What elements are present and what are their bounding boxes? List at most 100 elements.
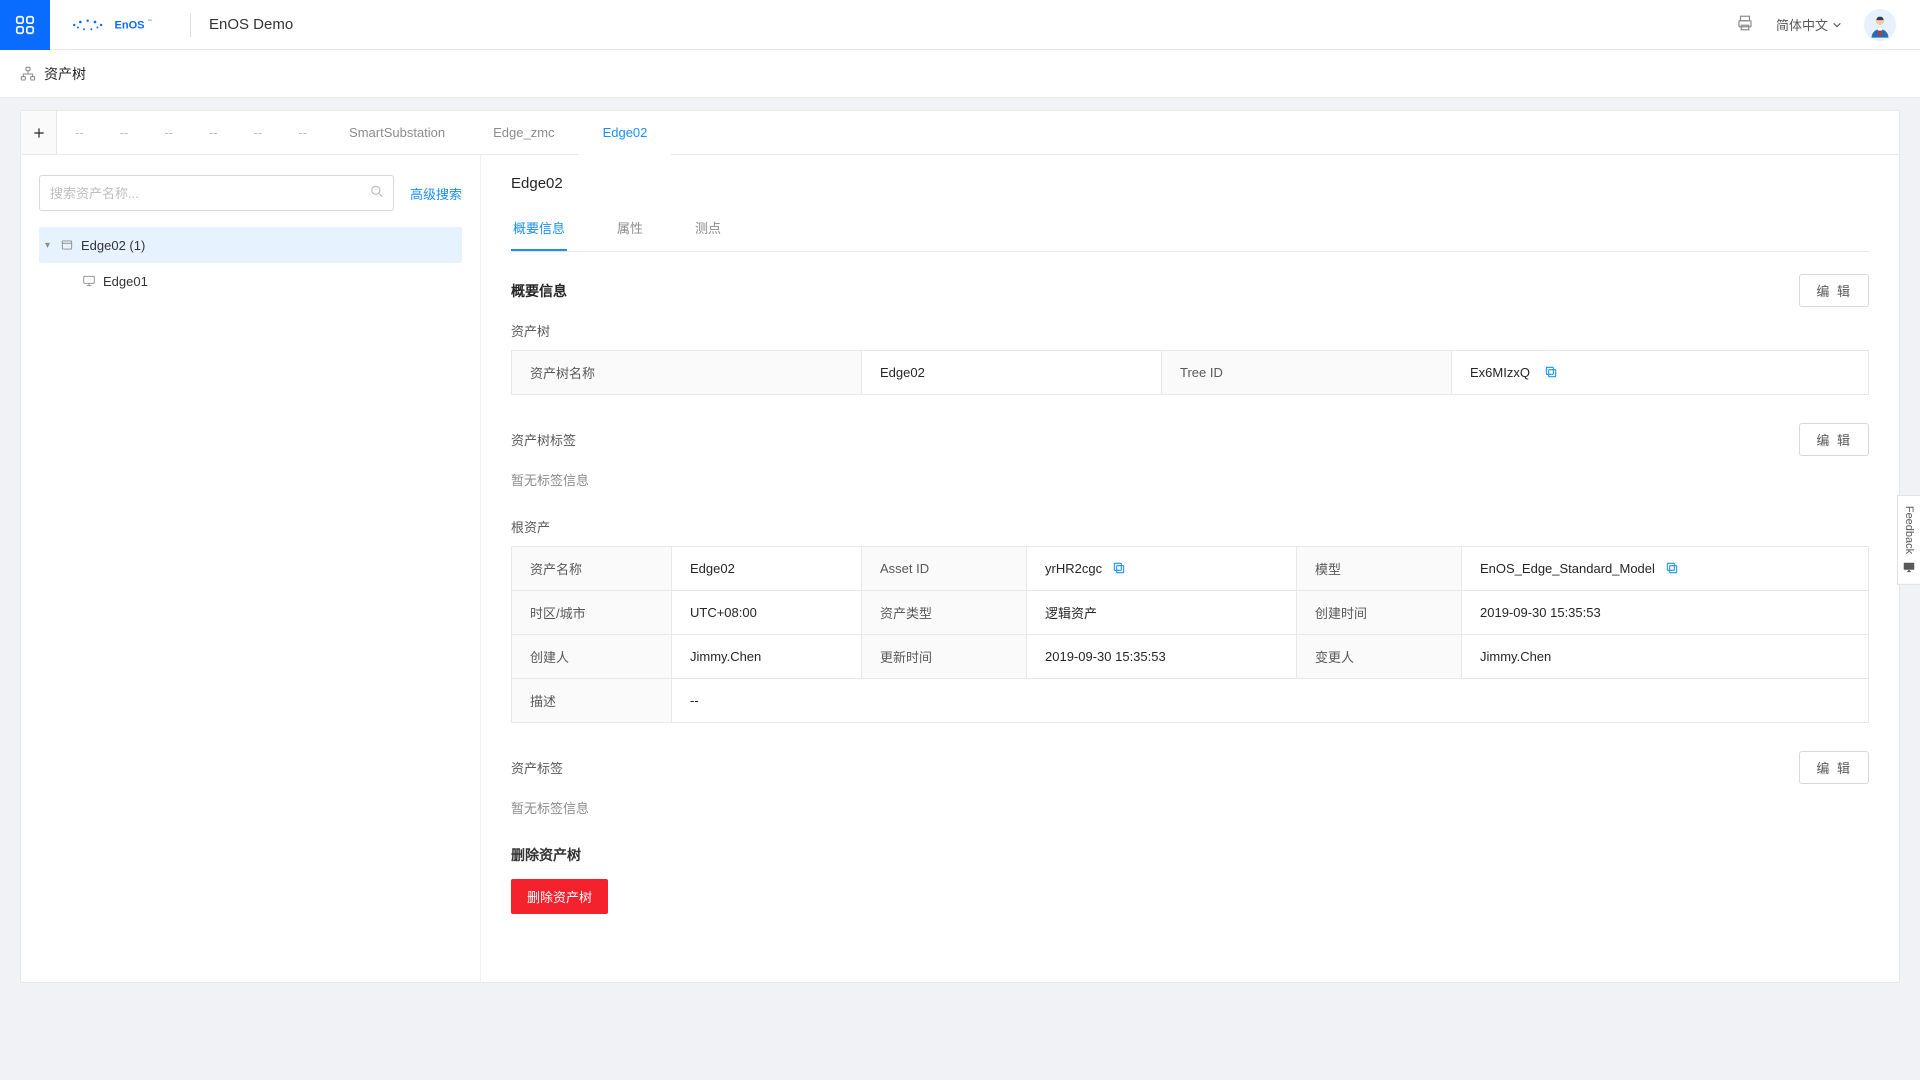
copy-icon[interactable] (1112, 561, 1126, 575)
root-asset-section: 根资产 资产名称Edge02Asset IDyrHR2cgc模型EnOS_Edg… (511, 517, 1869, 723)
asset-tags-section: 资产标签 编 辑 暂无标签信息 (511, 751, 1869, 817)
detail-tab[interactable]: 测点 (693, 210, 723, 251)
tree-node[interactable]: ▾ Edge02 (1) (39, 227, 462, 263)
tree-tags-empty: 暂无标签信息 (511, 470, 1869, 489)
delete-heading: 删除资产树 (511, 845, 1869, 865)
tree-tab-placeholder[interactable]: -- (146, 111, 191, 154)
plus-icon (32, 126, 46, 140)
kv-key: 变更人 (1297, 635, 1462, 679)
copy-icon[interactable] (1665, 561, 1679, 575)
kv-value: UTC+08:00 (672, 591, 862, 635)
tree-tags-section: 资产树标签 编 辑 暂无标签信息 (511, 423, 1869, 489)
search-icon (370, 185, 384, 202)
kv-value: 2019-09-30 15:35:53 (1462, 591, 1869, 635)
tree-tab[interactable]: Edge_zmc (469, 111, 578, 154)
advanced-search-link[interactable]: 高级搜索 (410, 184, 462, 203)
divider (190, 13, 191, 37)
feedback-icon (1902, 560, 1916, 574)
asset-tree-table: 资产树名称 Edge02 Tree ID Ex6MIzxQ (511, 350, 1869, 395)
print-icon[interactable] (1736, 14, 1754, 35)
kv-value: Jimmy.Chen (1462, 635, 1869, 679)
main-panel: ------------SmartSubstationEdge_zmcEdge0… (20, 110, 1900, 983)
tree-id-cell: Ex6MIzxQ (1452, 351, 1869, 395)
overview-heading: 概要信息 (511, 281, 567, 301)
kv-value: -- (672, 679, 1869, 723)
tree-id-value: Ex6MIzxQ (1470, 365, 1530, 380)
breadcrumb-bar: 资产树 (0, 50, 1920, 98)
overview-section: 概要信息 编 辑 资产树 资产树名称 Edge02 Tree ID Ex6MIz… (511, 274, 1869, 395)
feedback-label: Feedback (1903, 506, 1915, 554)
kv-value: Jimmy.Chen (672, 635, 862, 679)
header-title: EnOS Demo (209, 16, 293, 33)
app-launcher-button[interactable] (0, 0, 50, 50)
tree-node-label: Edge01 (103, 274, 148, 289)
tree-tab-placeholder[interactable]: -- (191, 111, 236, 154)
kv-value: 2019-09-30 15:35:53 (1027, 635, 1297, 679)
kv-key: Asset ID (862, 547, 1027, 591)
tree-tab-placeholder[interactable]: -- (102, 111, 147, 154)
language-label: 简体中文 (1776, 15, 1828, 34)
asset-tags-empty: 暂无标签信息 (511, 798, 1869, 817)
tree-icon (20, 66, 36, 82)
feedback-tab[interactable]: Feedback (1897, 495, 1920, 585)
kv-key: 创建人 (512, 635, 672, 679)
caret-down-icon: ▾ (45, 240, 59, 251)
grid-icon (14, 14, 36, 36)
kv-key: 模型 (1297, 547, 1462, 591)
add-tree-tab-button[interactable] (21, 111, 57, 154)
tree-node[interactable]: Edge01 (39, 263, 462, 299)
device-icon (81, 273, 97, 289)
kv-key: 描述 (512, 679, 672, 723)
copy-icon[interactable] (1544, 365, 1558, 379)
tree-id-key: Tree ID (1162, 351, 1452, 395)
tree-name-key: 资产树名称 (512, 351, 862, 395)
user-avatar[interactable] (1864, 9, 1896, 41)
brand-logo: EnOS ™ (62, 11, 172, 39)
tree-name-value: Edge02 (862, 351, 1162, 395)
asset-tags-heading: 资产标签 (511, 758, 563, 777)
asset-tags-edit-button[interactable]: 编 辑 (1799, 751, 1869, 784)
delete-section: 删除资产树 删除资产树 (511, 845, 1869, 914)
kv-key: 时区/城市 (512, 591, 672, 635)
tree-tabs-strip: ------------SmartSubstationEdge_zmcEdge0… (21, 111, 1899, 155)
work-area: ------------SmartSubstationEdge_zmcEdge0… (0, 98, 1920, 995)
svg-text:™: ™ (148, 18, 152, 23)
tree-tags-heading: 资产树标签 (511, 430, 576, 449)
page-title: Edge02 (511, 175, 1869, 192)
tree-tags-edit-button[interactable]: 编 辑 (1799, 423, 1869, 456)
enos-logo-icon: EnOS ™ (62, 11, 172, 39)
kv-key: 更新时间 (862, 635, 1027, 679)
search-input[interactable] (39, 175, 394, 211)
kv-key: 创建时间 (1297, 591, 1462, 635)
detail-tab[interactable]: 属性 (615, 210, 645, 251)
root-asset-table: 资产名称Edge02Asset IDyrHR2cgc模型EnOS_Edge_St… (511, 546, 1869, 723)
tree-tab-placeholder[interactable]: -- (57, 111, 102, 154)
folder-icon (59, 237, 75, 253)
chevron-down-icon (1832, 20, 1842, 30)
page-category-label: 资产树 (44, 64, 86, 84)
language-selector[interactable]: 简体中文 (1776, 15, 1842, 34)
root-asset-heading: 根资产 (511, 517, 1869, 536)
asset-tree: ▾ Edge02 (1) Edge01 (39, 227, 462, 299)
kv-value: Edge02 (672, 547, 862, 591)
detail-tabs: 概要信息 属性 测点 (511, 210, 1869, 252)
delete-tree-button[interactable]: 删除资产树 (511, 879, 608, 914)
kv-key: 资产类型 (862, 591, 1027, 635)
top-header: EnOS ™ EnOS Demo 简体中文 (0, 0, 1920, 50)
svg-text:EnOS: EnOS (115, 19, 145, 31)
tree-tab-placeholder[interactable]: -- (236, 111, 281, 154)
tree-tab-placeholder[interactable]: -- (280, 111, 325, 154)
detail-tab[interactable]: 概要信息 (511, 210, 567, 251)
asset-tree-sublabel: 资产树 (511, 321, 1869, 340)
kv-value: yrHR2cgc (1027, 547, 1297, 591)
search-container (39, 175, 394, 211)
sidebar: 高级搜索 ▾ Edge02 (1) Edge01 (21, 155, 481, 982)
kv-value: 逻辑资产 (1027, 591, 1297, 635)
tree-tab[interactable]: Edge02 (579, 112, 672, 155)
kv-value: EnOS_Edge_Standard_Model (1462, 547, 1869, 591)
detail-pane: Edge02 概要信息 属性 测点 概要信息 编 辑 资产树 资产树名称 Edge0… (481, 155, 1899, 982)
kv-key: 资产名称 (512, 547, 672, 591)
tree-tab[interactable]: SmartSubstation (325, 111, 469, 154)
tree-node-label: Edge02 (1) (81, 238, 145, 253)
overview-edit-button[interactable]: 编 辑 (1799, 274, 1869, 307)
